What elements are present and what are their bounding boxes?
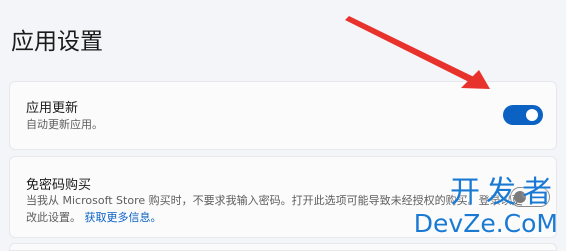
passwordless-purchase-toggle[interactable] bbox=[510, 187, 550, 207]
passwordless-purchase-description: 当我从 Microsoft Store 购买时，不要求我输入密码。打开此选项可能… bbox=[26, 192, 526, 226]
app-updates-description: 自动更新应用。 bbox=[26, 118, 103, 131]
arrow-shaft bbox=[345, 16, 476, 84]
next-setting-card-edge bbox=[9, 243, 557, 251]
page-title: 应用设置 bbox=[11, 29, 103, 55]
learn-more-link[interactable]: 获取更多信息。 bbox=[85, 211, 162, 224]
app-updates-toggle[interactable] bbox=[503, 105, 543, 125]
toggle-knob bbox=[526, 109, 538, 121]
app-updates-title: 应用更新 bbox=[26, 101, 79, 116]
passwordless-purchase-title: 免密码购买 bbox=[26, 178, 92, 193]
app-updates-card: 应用更新 自动更新应用。 bbox=[9, 81, 557, 150]
passwordless-purchase-card: 免密码购买 当我从 Microsoft Store 购买时，不要求我输入密码。打… bbox=[9, 156, 557, 238]
toggle-knob bbox=[514, 191, 526, 203]
